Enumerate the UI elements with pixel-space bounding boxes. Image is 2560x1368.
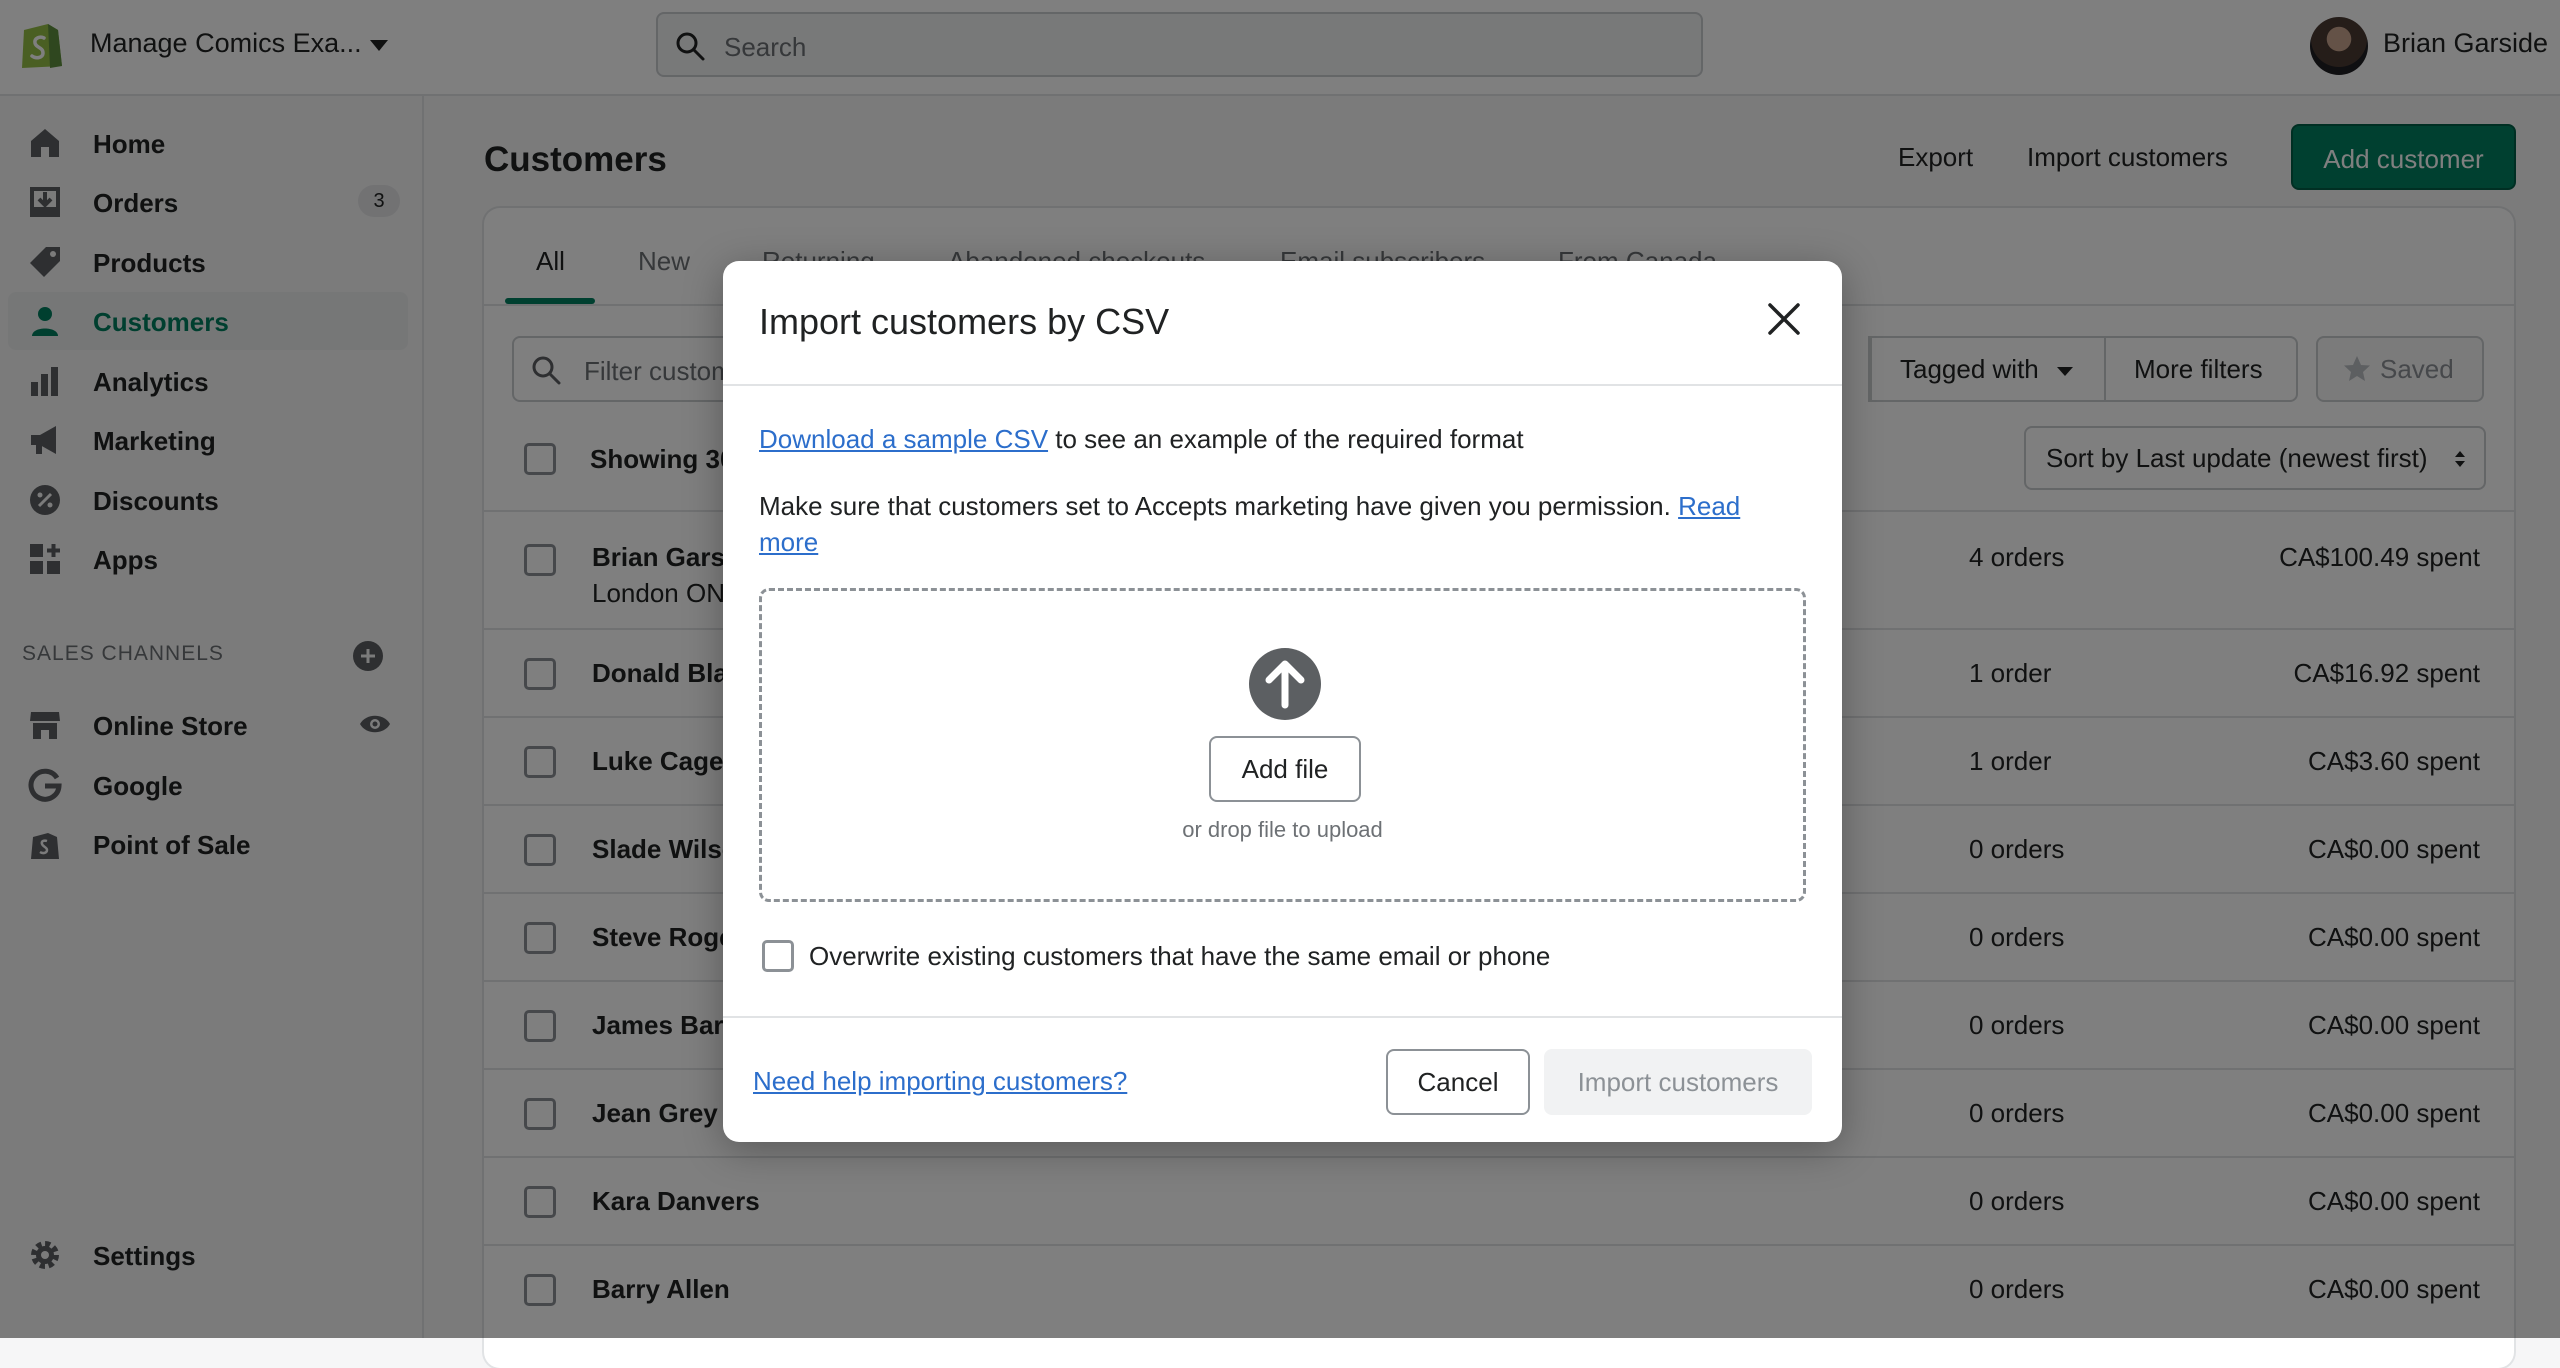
download-sample-csv-link[interactable]: Download a sample CSV: [759, 424, 1048, 454]
overwrite-label[interactable]: Overwrite existing customers that have t…: [809, 941, 1550, 972]
modal-footer: Need help importing customers? Cancel Im…: [723, 1016, 1842, 1142]
modal-header: Import customers by CSV: [723, 261, 1842, 386]
drop-hint: or drop file to upload: [1182, 817, 1383, 842]
upload-arrow-icon: [1249, 648, 1321, 720]
modal-title: Import customers by CSV: [759, 301, 1170, 342]
import-csv-modal: Import customers by CSV Download a sampl…: [723, 261, 1842, 1142]
sample-csv-suffix: to see an example of the required format: [1048, 424, 1524, 454]
import-customers-submit-button[interactable]: Import customers: [1544, 1049, 1812, 1115]
file-dropzone[interactable]: Add file or drop file to upload: [759, 588, 1806, 902]
overwrite-checkbox[interactable]: [762, 940, 794, 972]
permission-text: Make sure that customers set to Accepts …: [759, 491, 1679, 521]
sample-csv-line: Download a sample CSV to see an example …: [759, 424, 1524, 455]
add-file-button[interactable]: Add file: [1209, 736, 1361, 802]
help-importing-link[interactable]: Need help importing customers?: [753, 1066, 1127, 1097]
close-icon[interactable]: [1766, 301, 1802, 337]
permission-notice: Make sure that customers set to Accepts …: [759, 488, 1799, 560]
cancel-button[interactable]: Cancel: [1386, 1049, 1530, 1115]
